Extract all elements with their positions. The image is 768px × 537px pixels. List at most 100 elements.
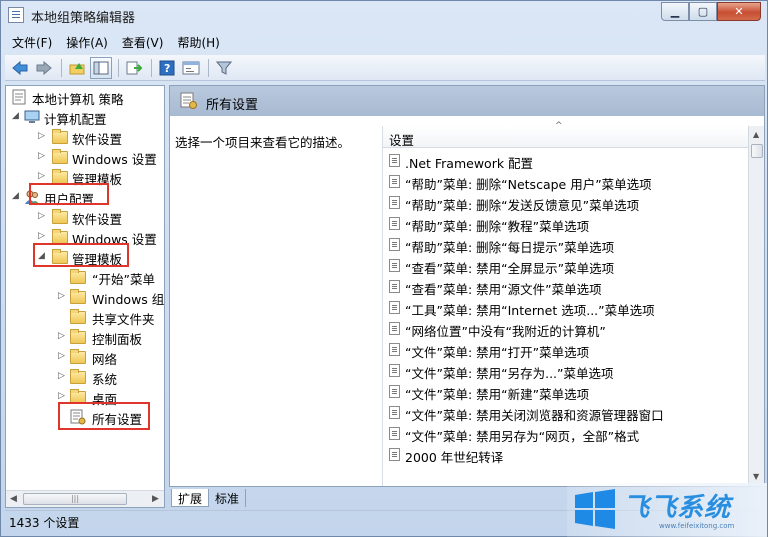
details-panel: 所有设置 选择一个项目来查看它的描述。 ^ 设置 .Net Framework …: [169, 85, 765, 487]
scroll-down-icon[interactable]: ▼: [753, 472, 759, 481]
setting-icon: [389, 406, 400, 419]
tree-label-shared-folders: 共享文件夹: [92, 312, 155, 327]
tree-label-start-menu: “开始”菜单: [92, 272, 155, 287]
tree-horizontal-scrollbar[interactable]: ◀ ||| ▶: [6, 490, 164, 507]
setting-icon: [389, 217, 400, 230]
tree-item-uc-software[interactable]: ▷ 软件设置: [6, 207, 164, 227]
details-header: 所有设置: [170, 86, 764, 116]
tree-item-computer-config[interactable]: ◢ 计算机配置: [6, 107, 164, 127]
list-item[interactable]: “帮助”菜单: 删除“Netscape 用户”菜单选项: [383, 171, 748, 192]
filter-icon[interactable]: [213, 57, 235, 79]
toolbar-separator: [208, 58, 209, 77]
expand-arrow-icon[interactable]: ▷: [38, 171, 48, 183]
scroll-up-icon[interactable]: ▲: [753, 130, 759, 139]
watermark-url: www.feifeixitong.com: [659, 522, 735, 530]
setting-icon: [389, 427, 400, 440]
setting-icon: [389, 322, 400, 335]
tree-label-control-panel: 控制面板: [92, 332, 143, 347]
show-hide-tree-icon[interactable]: [90, 56, 112, 79]
list-item[interactable]: “文件”菜单: 禁用另存为“网页，全部”格式: [383, 423, 748, 444]
expand-arrow-icon[interactable]: ▷: [58, 331, 68, 343]
scroll-left-icon[interactable]: ◀: [10, 494, 17, 504]
tree-item-control-panel[interactable]: ▷ 控制面板: [6, 327, 164, 347]
maximize-button[interactable]: ▢: [689, 2, 717, 21]
list-item[interactable]: “文件”菜单: 禁用“另存为...”菜单选项: [383, 360, 748, 381]
column-header-setting[interactable]: ^ 设置: [383, 121, 748, 148]
folder-icon: [70, 269, 86, 285]
toolbar: ?: [5, 55, 765, 81]
scroll-thumb[interactable]: [751, 144, 763, 158]
export-list-icon[interactable]: [123, 57, 145, 79]
expand-arrow-icon[interactable]: ▷: [38, 231, 48, 243]
tree-item-cc-software[interactable]: ▷ 软件设置: [6, 127, 164, 147]
setting-icon: [389, 259, 400, 272]
up-folder-icon[interactable]: [66, 57, 88, 79]
list-item[interactable]: “文件”菜单: 禁用“打开”菜单选项: [383, 339, 748, 360]
sort-up-icon: ^: [555, 121, 563, 131]
list-item[interactable]: .Net Framework 配置: [383, 150, 748, 171]
list-item[interactable]: “帮助”菜单: 删除“每日提示”菜单选项: [383, 234, 748, 255]
list-item[interactable]: “工具”菜单: 禁用“Internet 选项...”菜单选项: [383, 297, 748, 318]
tab-standard[interactable]: 标准: [209, 489, 247, 507]
setting-icon: [389, 280, 400, 293]
tree-item-system[interactable]: ▷ 系统: [6, 367, 164, 387]
tree-item-windows-components[interactable]: ▷ Windows 组件: [6, 287, 165, 307]
minimize-button[interactable]: ▁: [661, 2, 689, 21]
list-item[interactable]: “网络位置”中没有“我附近的计算机”: [383, 318, 748, 339]
list-item[interactable]: “查看”菜单: 禁用“源文件”菜单选项: [383, 276, 748, 297]
tree-item-start-menu[interactable]: “开始”菜单: [6, 267, 164, 287]
setting-icon: [389, 154, 400, 167]
folder-icon: [52, 149, 68, 165]
tree-item-shared-folders[interactable]: 共享文件夹: [6, 307, 164, 327]
list-item[interactable]: “帮助”菜单: 删除“教程”菜单选项: [383, 213, 748, 234]
scroll-right-icon[interactable]: ▶: [152, 494, 159, 504]
tree-root[interactable]: 本地计算机 策略: [6, 87, 164, 107]
menu-action[interactable]: 操作(A): [59, 32, 115, 52]
scroll-thumb[interactable]: |||: [23, 493, 127, 505]
list-item[interactable]: “查看”菜单: 禁用“全屏显示”菜单选项: [383, 255, 748, 276]
column-header-label: 设置: [389, 133, 415, 148]
tree-label-cc-windows: Windows 设置: [72, 152, 157, 167]
expand-arrow-icon[interactable]: ▷: [58, 371, 68, 383]
window-controls: ▁ ▢ ✕: [661, 2, 761, 22]
collapse-arrow-icon[interactable]: ◢: [12, 111, 22, 123]
list-item[interactable]: 2000 年世纪转译: [383, 444, 748, 465]
list-item[interactable]: “文件”菜单: 禁用“新建”菜单选项: [383, 381, 748, 402]
setting-icon: [389, 343, 400, 356]
setting-icon: [389, 301, 400, 314]
expand-arrow-icon[interactable]: ▷: [38, 131, 48, 143]
expand-arrow-icon[interactable]: ▷: [38, 151, 48, 163]
list-item[interactable]: “文件”菜单: 禁用关闭浏览器和资源管理器窗口: [383, 402, 748, 423]
tree-item-network[interactable]: ▷ 网络: [6, 347, 164, 367]
tree-label-network: 网络: [92, 352, 118, 367]
collapse-arrow-icon[interactable]: ◢: [12, 191, 22, 203]
properties-icon[interactable]: [180, 57, 202, 79]
list-item[interactable]: “帮助”菜单: 删除“发送反馈意见”菜单选项: [383, 192, 748, 213]
expand-arrow-icon[interactable]: ▷: [58, 291, 68, 303]
setting-icon: [389, 364, 400, 377]
back-icon[interactable]: [9, 57, 31, 79]
description-text: 选择一个项目来查看它的描述。: [175, 135, 351, 150]
help-icon[interactable]: ?: [156, 57, 178, 79]
watermark: 飞飞系统 www.feifeixitong.com: [567, 483, 767, 537]
expand-arrow-icon[interactable]: ▷: [38, 211, 48, 223]
menu-file[interactable]: 文件(F): [5, 32, 59, 52]
forward-icon[interactable]: [33, 57, 55, 79]
tree-item-cc-windows[interactable]: ▷ Windows 设置: [6, 147, 164, 167]
tree-panel: 本地计算机 策略 ◢ 计算机配置 ▷ 软件设置 ▷ Windows 设置 ▷ 管…: [5, 85, 165, 508]
folder-icon: [70, 369, 86, 385]
setting-icon: [389, 196, 400, 209]
details-title: 所有设置: [206, 98, 259, 113]
folder-icon: [70, 329, 86, 345]
tree-label-computer-config: 计算机配置: [44, 112, 107, 127]
tab-extended[interactable]: 扩展: [171, 489, 210, 507]
main-window: 本地组策略编辑器 ▁ ▢ ✕ 文件(F) 操作(A) 查看(V) 帮助(H) ?…: [0, 0, 768, 537]
list-vertical-scrollbar[interactable]: ▲ ▼: [748, 126, 764, 486]
highlight-admin-templates: [33, 243, 129, 267]
menu-help[interactable]: 帮助(H): [170, 32, 226, 52]
close-button[interactable]: ✕: [717, 2, 761, 21]
menu-view[interactable]: 查看(V): [115, 32, 171, 52]
expand-arrow-icon[interactable]: ▷: [58, 351, 68, 363]
list-item-text: “查看”菜单: 禁用“全屏显示”菜单选项: [405, 261, 615, 276]
tree-label-windows-components: Windows 组件: [92, 292, 165, 307]
